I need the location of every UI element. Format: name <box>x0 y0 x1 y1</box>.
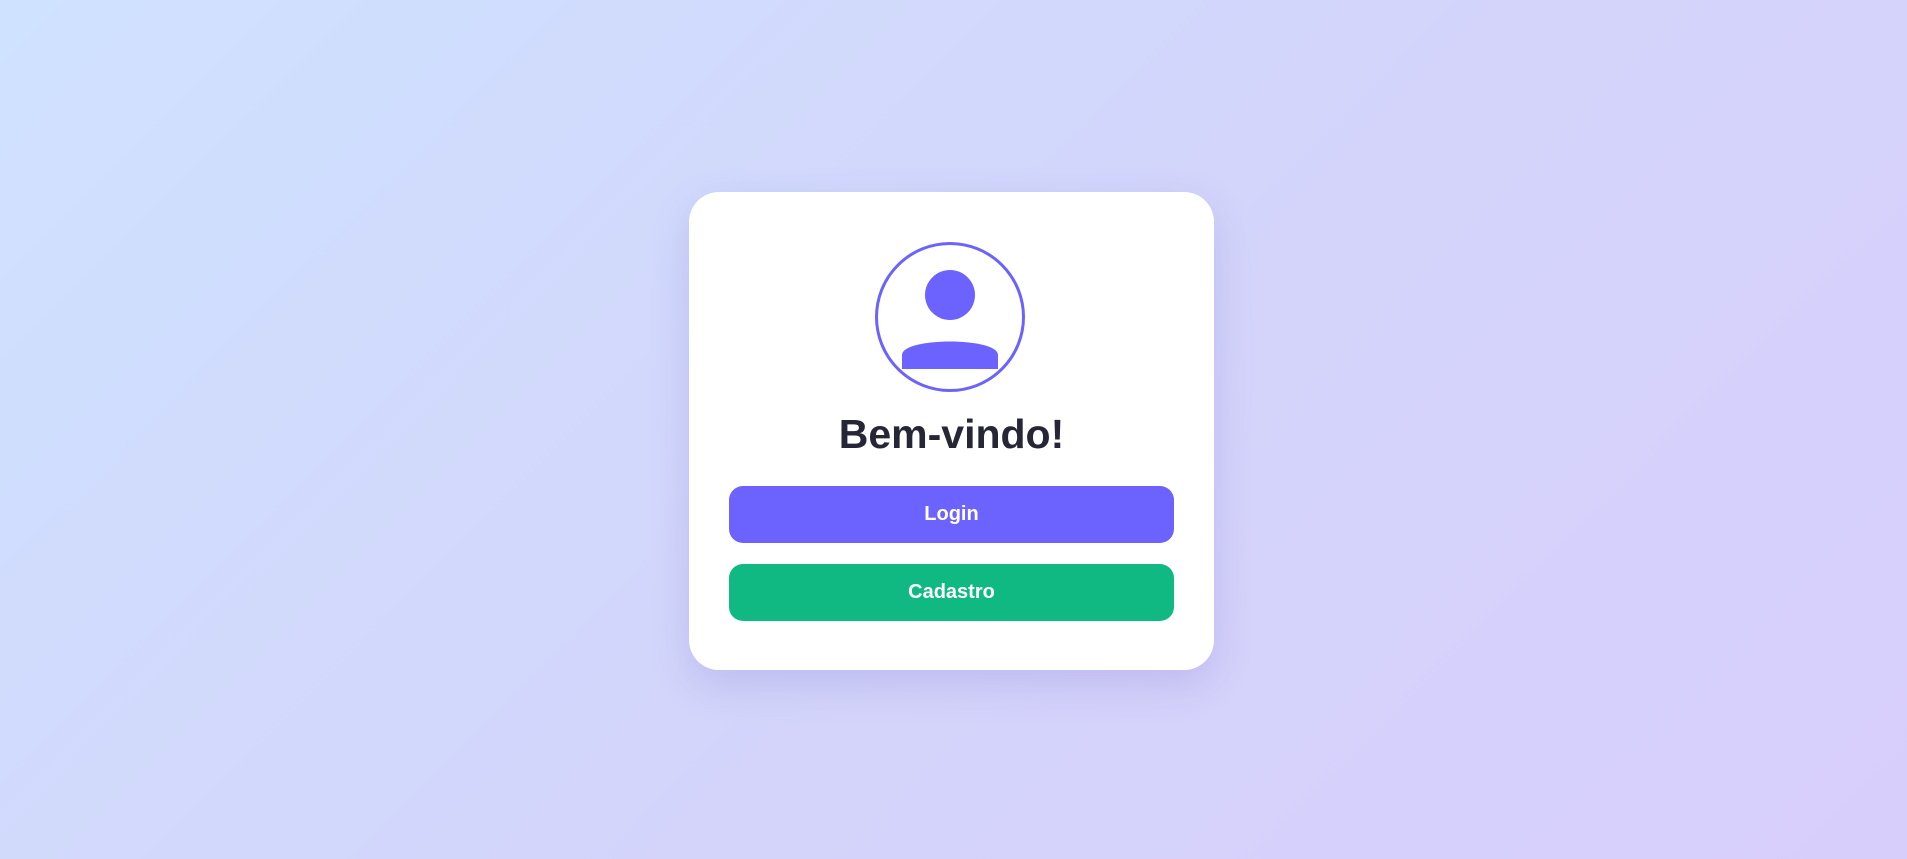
avatar <box>875 242 1025 392</box>
welcome-card: Bem-vindo! Login Cadastro <box>689 192 1214 670</box>
page-title: Bem-vindo! <box>838 411 1065 457</box>
login-button[interactable]: Login <box>729 486 1174 543</box>
register-button[interactable]: Cadastro <box>729 564 1174 621</box>
user-icon <box>902 270 998 369</box>
